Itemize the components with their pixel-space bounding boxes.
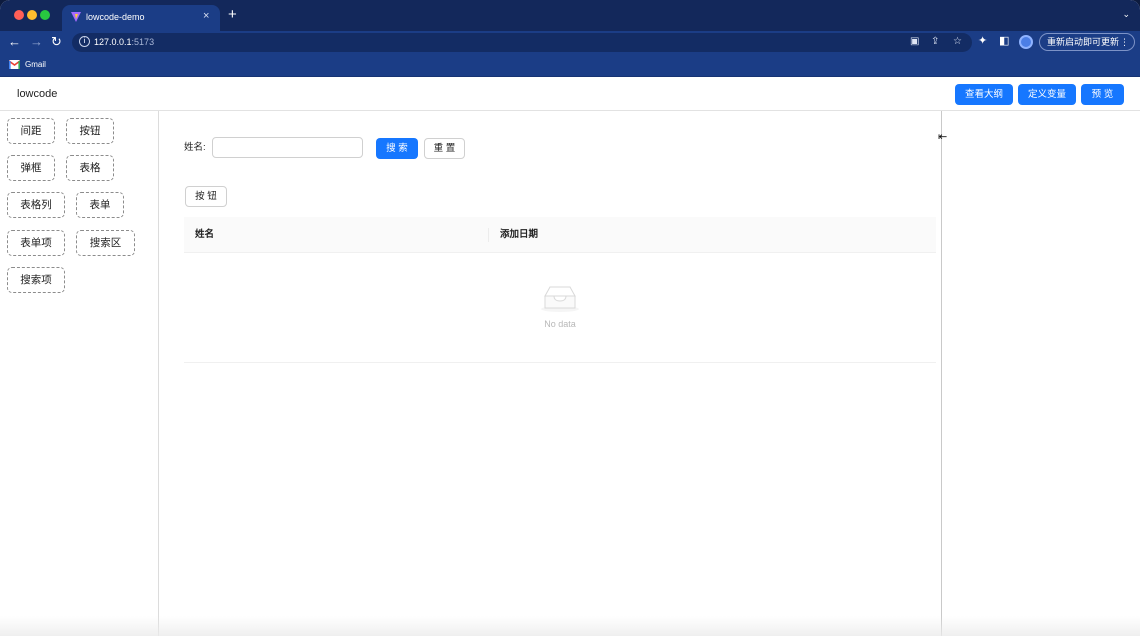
empty-box-icon	[541, 286, 579, 312]
component-form[interactable]: 表单	[76, 192, 124, 218]
component-form-item[interactable]: 表单项	[7, 230, 65, 256]
resize-cursor-icon[interactable]: ⇤	[938, 131, 947, 143]
design-canvas: 姓名: 搜 索 重 置 按 钮 姓名 添加日期 No data	[159, 111, 942, 636]
forward-icon[interactable]: →	[30, 34, 43, 50]
browser-tab[interactable]: lowcode-demo ×	[62, 5, 220, 31]
update-label: 重新启动即可更新	[1047, 37, 1120, 47]
properties-panel	[942, 111, 1140, 636]
app-title: lowcode	[17, 88, 58, 100]
share-icon[interactable]: ⇪	[931, 35, 939, 49]
column-date-header: 添加日期	[500, 229, 539, 240]
sidepanel-icon[interactable]: ◧	[999, 34, 1009, 49]
component-button[interactable]: 按钮	[66, 118, 114, 144]
component-search-area[interactable]: 搜索区	[76, 230, 135, 256]
reload-icon[interactable]: ↻	[51, 34, 62, 50]
vite-favicon-icon	[71, 12, 81, 22]
app-header: lowcode 查看大纲 定义变量 预 览	[0, 77, 1140, 111]
define-variables-button[interactable]: 定义变量	[1018, 84, 1076, 105]
url-text[interactable]: 127.0.0.1:5173	[94, 36, 154, 48]
component-table-column[interactable]: 表格列	[7, 192, 65, 218]
component-search-item[interactable]: 搜索项	[7, 267, 65, 293]
action-button[interactable]: 按 钮	[185, 186, 227, 207]
search-name-input[interactable]	[212, 137, 363, 158]
translate-icon[interactable]: ▣	[910, 35, 919, 49]
maximize-window-button[interactable]	[40, 10, 50, 20]
bottom-shadow	[0, 616, 1140, 636]
browser-window: lowcode-demo × + ⌄ ← → ↻ i 127.0.0.1:517…	[0, 0, 1140, 636]
kebab-icon[interactable]: ⋮	[1120, 34, 1129, 50]
minimize-window-button[interactable]	[27, 10, 37, 20]
tab-search-icon[interactable]: ⌄	[1122, 9, 1130, 20]
bookmarks-bar: Gmail	[0, 53, 1140, 77]
table-body: No data	[184, 253, 936, 363]
browser-toolbar: ← → ↻ i 127.0.0.1:5173 ▣ ⇪ ☆ ✦ ◧ 重新启动即可更…	[0, 31, 1140, 53]
update-button[interactable]: 重新启动即可更新 ⋮	[1039, 33, 1135, 51]
column-divider	[488, 228, 489, 242]
component-panel: 间距 按钮 弹框 表格 表格列 表单 表单项 搜索区 搜索项	[0, 111, 159, 636]
back-icon[interactable]: ←	[8, 34, 21, 50]
profile-icon[interactable]	[1019, 35, 1033, 49]
reset-button[interactable]: 重 置	[424, 138, 465, 159]
view-outline-button[interactable]: 查看大纲	[955, 84, 1013, 105]
table-header: 姓名 添加日期	[184, 217, 936, 253]
search-name-label: 姓名:	[184, 142, 206, 153]
close-window-button[interactable]	[14, 10, 24, 20]
component-table[interactable]: 表格	[66, 155, 114, 181]
component-space[interactable]: 间距	[7, 118, 55, 144]
empty-text: No data	[544, 319, 576, 329]
tab-title: lowcode-demo	[86, 12, 145, 22]
extensions-icon[interactable]: ✦	[978, 34, 987, 49]
gmail-icon	[9, 60, 20, 69]
component-modal[interactable]: 弹框	[7, 155, 55, 181]
column-name-header: 姓名	[195, 229, 215, 240]
bookmark-gmail[interactable]: Gmail	[25, 59, 46, 70]
address-bar[interactable]: i 127.0.0.1:5173 ▣ ⇪ ☆	[72, 33, 972, 52]
new-tab-icon[interactable]: +	[228, 6, 237, 24]
star-icon[interactable]: ☆	[953, 35, 962, 49]
tab-close-icon[interactable]: ×	[203, 10, 209, 23]
tab-bar: lowcode-demo × + ⌄	[0, 0, 1140, 31]
info-icon[interactable]: i	[79, 36, 90, 47]
search-button[interactable]: 搜 索	[376, 138, 418, 159]
preview-button[interactable]: 预 览	[1081, 84, 1124, 105]
